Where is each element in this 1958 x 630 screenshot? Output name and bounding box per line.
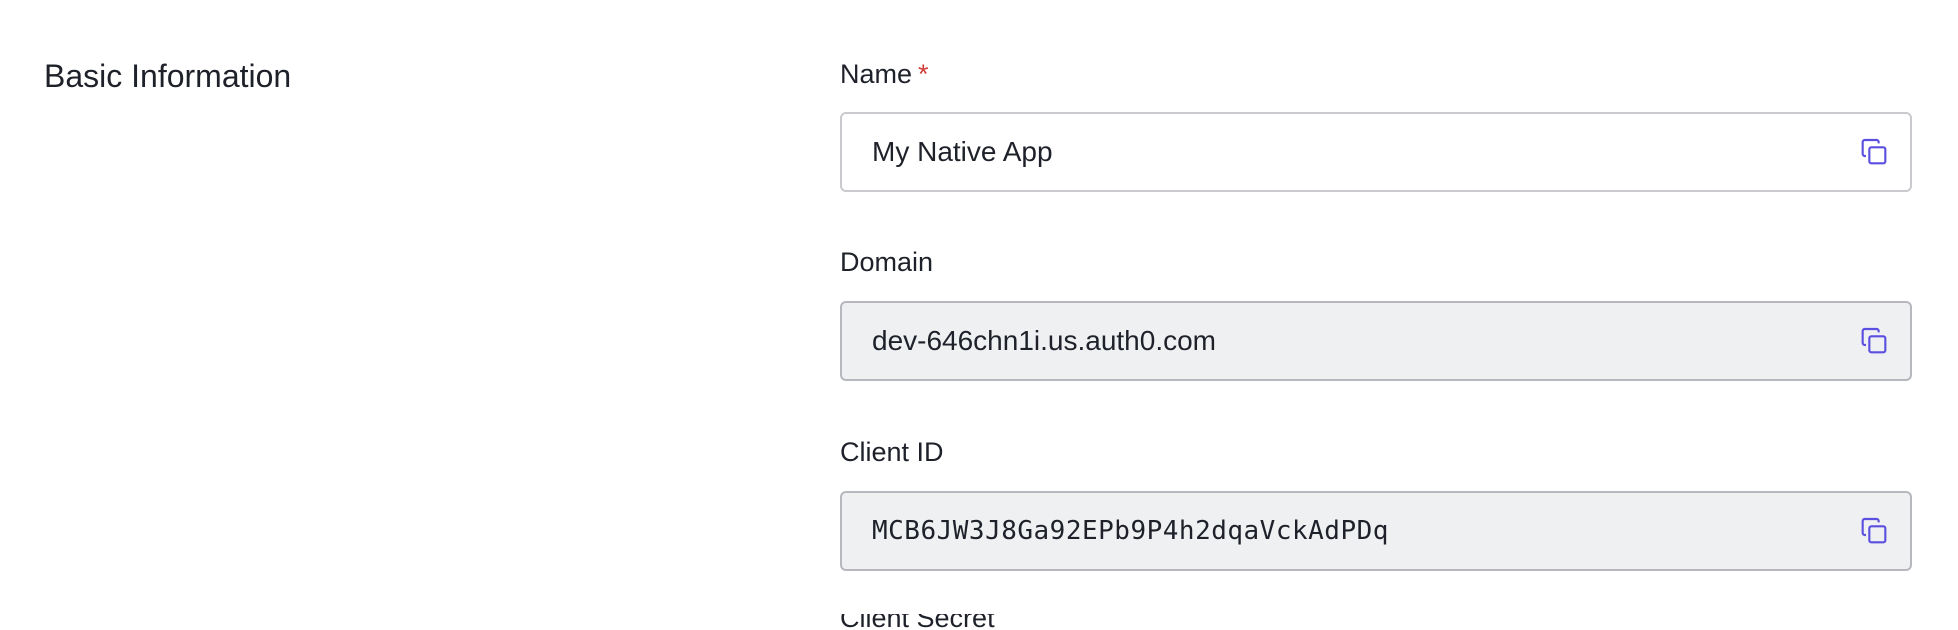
copy-name-button[interactable] [1856,134,1892,170]
client-id-field[interactable]: MCB6JW3J8Ga92EPb9P4h2dqaVckAdPDq [840,491,1912,571]
domain-label: Domain [840,247,934,277]
client-secret-label: Client Secret [840,614,995,630]
copy-domain-button[interactable] [1856,323,1892,359]
name-label-text: Name [840,59,913,89]
application-settings-page: Basic Information Name * My Native App Do… [0,0,1958,630]
client-secret-label-text: Client Secret [840,614,995,630]
copy-icon [1861,327,1887,354]
name-field[interactable]: My Native App [840,112,1912,192]
copy-icon [1861,517,1887,544]
copy-icon [1861,138,1887,165]
domain-value[interactable]: dev-646chn1i.us.auth0.com [872,303,1216,379]
copy-client-id-button[interactable] [1856,513,1892,549]
domain-field[interactable]: dev-646chn1i.us.auth0.com [840,301,1912,381]
required-indicator: * [918,59,929,89]
section-title: Basic Information [44,58,292,94]
client-id-value[interactable]: MCB6JW3J8Ga92EPb9P4h2dqaVckAdPDq [872,493,1389,569]
name-input[interactable]: My Native App [872,114,1053,190]
client-id-label: Client ID [840,437,944,467]
name-label: Name * [840,56,929,92]
